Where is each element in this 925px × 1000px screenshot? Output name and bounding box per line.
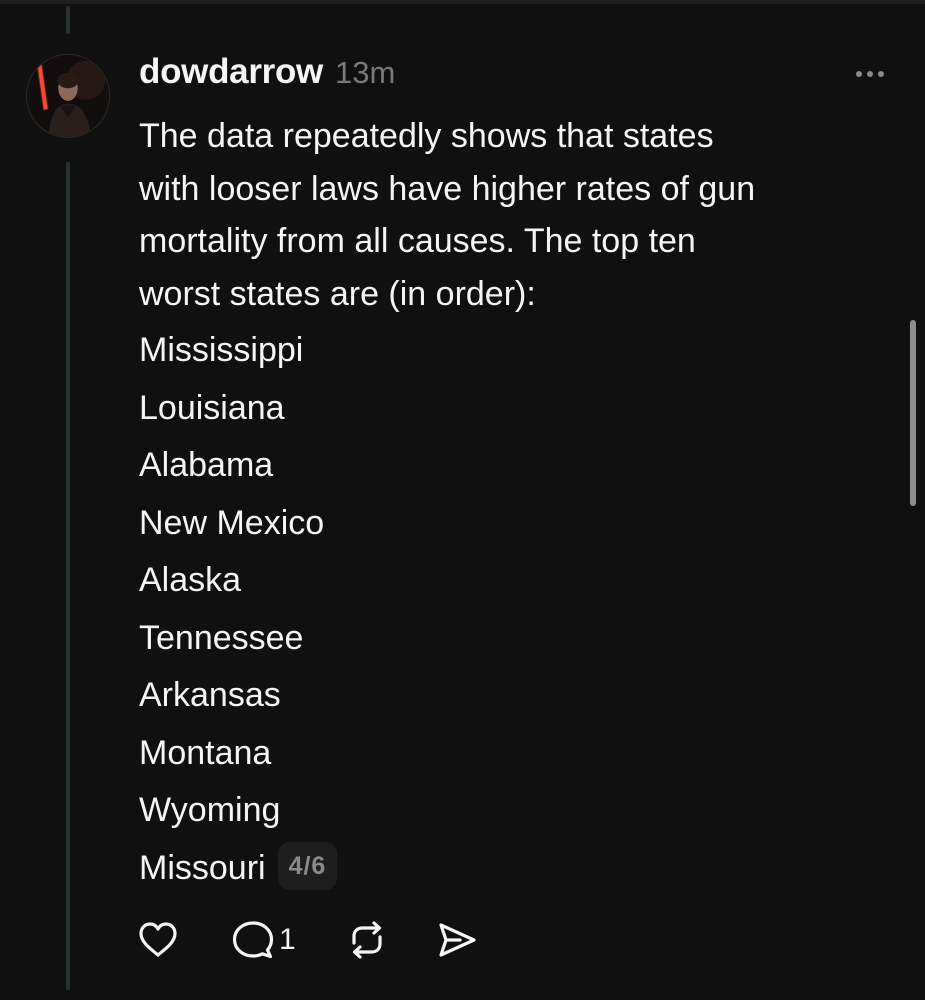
post-text: The data repeatedly shows that states wi… (139, 110, 899, 320)
repost-button[interactable] (346, 919, 388, 961)
more-options-icon[interactable] (846, 60, 894, 88)
post-header: dowdarrow 13m (139, 52, 395, 96)
state-item: Alabama (139, 437, 337, 495)
state-item: Missouri 4/6 (139, 840, 338, 898)
repost-icon (352, 921, 382, 959)
state-name: Alabama (139, 446, 274, 484)
more-dot (856, 71, 862, 77)
avatar[interactable] (26, 54, 110, 138)
thread-line (66, 162, 70, 990)
state-item: Arkansas (139, 667, 337, 725)
top-divider (0, 0, 925, 4)
reply-button[interactable]: 1 (231, 919, 296, 961)
state-item: Mississippi (139, 322, 337, 380)
state-item: New Mexico (139, 495, 337, 553)
state-name: Mississippi (139, 331, 304, 369)
state-list: Mississippi Louisiana Alabama New Mexico… (139, 322, 338, 898)
state-name: Arkansas (139, 676, 281, 714)
state-name: Alaska (139, 561, 242, 599)
more-dot (867, 71, 873, 77)
reply-count: 1 (279, 923, 296, 956)
state-name: Montana (139, 733, 272, 772)
state-name: New Mexico (139, 503, 325, 542)
share-button[interactable] (436, 919, 478, 961)
avatar-image (27, 55, 109, 137)
send-icon (439, 923, 476, 957)
scrollbar[interactable] (910, 320, 916, 506)
post-text-line: worst states are (in order): (139, 274, 536, 313)
heart-icon (139, 922, 177, 957)
username[interactable]: dowdarrow (139, 52, 323, 92)
page-indicator-badge: 4/6 (277, 841, 338, 890)
state-item: Tennessee (139, 610, 337, 668)
timestamp[interactable]: 13m (335, 55, 395, 91)
post-text-line: The data repeatedly shows that states (139, 117, 714, 155)
state-name: Missouri (139, 848, 266, 887)
action-bar: 1 (137, 916, 478, 964)
thread-line-top (66, 6, 70, 34)
comment-icon (232, 921, 274, 959)
post-text-line: with looser laws have higher rates of gu… (139, 169, 756, 208)
state-item: Alaska (139, 552, 337, 610)
state-item: Wyoming (139, 782, 337, 840)
more-dot (878, 71, 884, 77)
state-name: Tennessee (139, 618, 304, 657)
state-name: Wyoming (139, 791, 281, 829)
state-item: Montana (139, 725, 337, 783)
like-button[interactable] (137, 920, 181, 960)
state-item: Louisiana (139, 380, 337, 438)
state-name: Louisiana (139, 388, 285, 427)
post-text-line: mortality from all causes. The top ten (139, 222, 696, 260)
